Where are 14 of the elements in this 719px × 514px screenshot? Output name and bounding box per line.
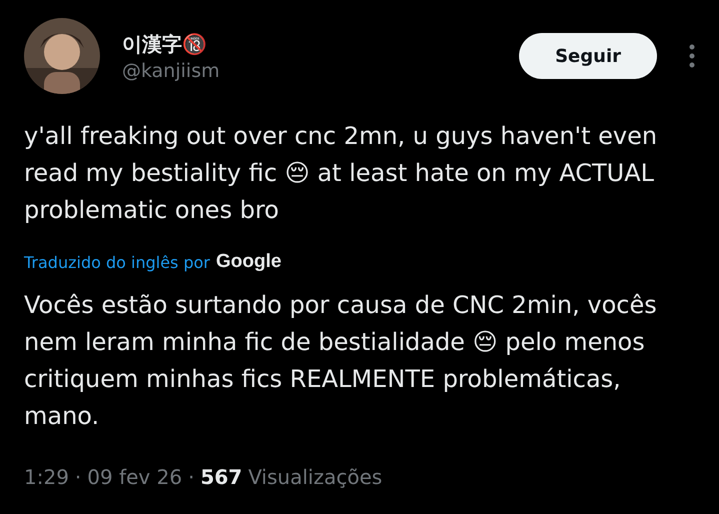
- tweet-text: y'all freaking out over cnc 2mn, u guys haven't even read my bestiality fic 😔 at least hate on my ACTUAL problematic ones bro: [24, 121, 658, 226]
- translated-text: Vocês estão surtando por causa de CNC 2min, vocês nem leram minha fic de bestialidade 😔 pelo menos critiquem minhas fics REALMENTE problemáticas, mano.: [24, 290, 658, 432]
- provider-logo: Google: [216, 251, 282, 273]
- separator-dot: ·: [74, 465, 82, 489]
- author-name[interactable]: 이漢字🔞: [122, 30, 498, 58]
- post-date[interactable]: 09 fev 26: [87, 465, 182, 489]
- views-count: 567: [200, 465, 242, 489]
- views-label: Visualizações: [248, 465, 382, 489]
- translation-label: Traduzido do inglês por: [24, 252, 210, 272]
- author-handle[interactable]: @kanjiism: [122, 60, 498, 82]
- follow-button[interactable]: Seguir: [519, 33, 657, 79]
- more-icon[interactable]: [689, 44, 695, 68]
- separator-dot: ·: [188, 465, 194, 489]
- post-time[interactable]: 1:29: [24, 465, 69, 489]
